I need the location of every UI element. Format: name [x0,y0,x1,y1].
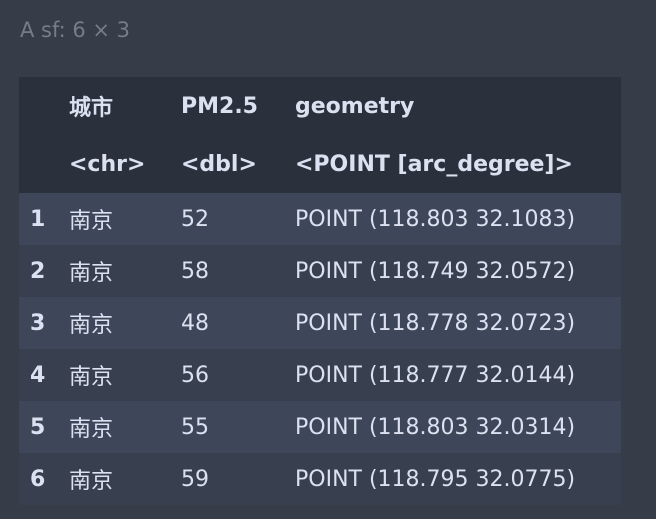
row-index: 5 [30,414,46,440]
cell-pm25: 52 [181,206,209,232]
table-row: 2 南京 58 POINT (118.749 32.0572) [19,245,621,297]
header-row: 城市 PM2.5 geometry [19,77,621,135]
cell-city: 南京 [69,261,114,286]
cell-city: 南京 [69,365,114,390]
table-row: 1 南京 52 POINT (118.803 32.1083) [19,193,621,245]
row-index: 3 [30,310,46,336]
data-table: 城市 PM2.5 geometry <chr> <dbl> <POINT [ar… [19,77,621,505]
cell-city: 南京 [69,209,114,234]
table-row: 3 南京 48 POINT (118.778 32.0723) [19,297,621,349]
cell-geometry: POINT (118.803 32.0314) [295,414,576,440]
cell-pm25: 55 [181,414,209,440]
cell-pm25: 58 [181,258,209,284]
cell-geometry: POINT (118.777 32.0144) [295,362,576,388]
cell-city: 南京 [69,469,114,494]
cell-geometry: POINT (118.778 32.0723) [295,310,576,336]
row-index: 4 [30,362,46,388]
column-type-pm25: <dbl> [181,151,257,177]
column-header-city[interactable]: 城市 [69,77,181,135]
type-row: <chr> <dbl> <POINT [arc_degree]> [19,135,621,193]
column-type-city: <chr> [69,151,146,177]
table-caption: A sf: 6 × 3 [20,18,131,42]
cell-pm25: 56 [181,362,209,388]
cell-pm25: 48 [181,310,209,336]
table-row: 6 南京 59 POINT (118.795 32.0775) [19,453,621,505]
cell-city: 南京 [69,417,114,442]
cell-city: 南京 [69,313,114,338]
column-header-pm25[interactable]: PM2.5 [181,77,295,135]
cell-geometry: POINT (118.749 32.0572) [295,258,576,284]
table-row: 4 南京 56 POINT (118.777 32.0144) [19,349,621,401]
row-index: 2 [30,258,46,284]
cell-geometry: POINT (118.795 32.0775) [295,466,576,492]
column-header-geometry[interactable]: geometry [295,77,621,135]
table-row: 5 南京 55 POINT (118.803 32.0314) [19,401,621,453]
index-header [19,77,69,135]
index-type [19,135,69,193]
row-index: 6 [30,466,46,492]
row-index: 1 [30,206,46,232]
cell-geometry: POINT (118.803 32.1083) [295,206,576,232]
column-type-geometry: <POINT [arc_degree]> [295,151,573,177]
cell-pm25: 59 [181,466,209,492]
